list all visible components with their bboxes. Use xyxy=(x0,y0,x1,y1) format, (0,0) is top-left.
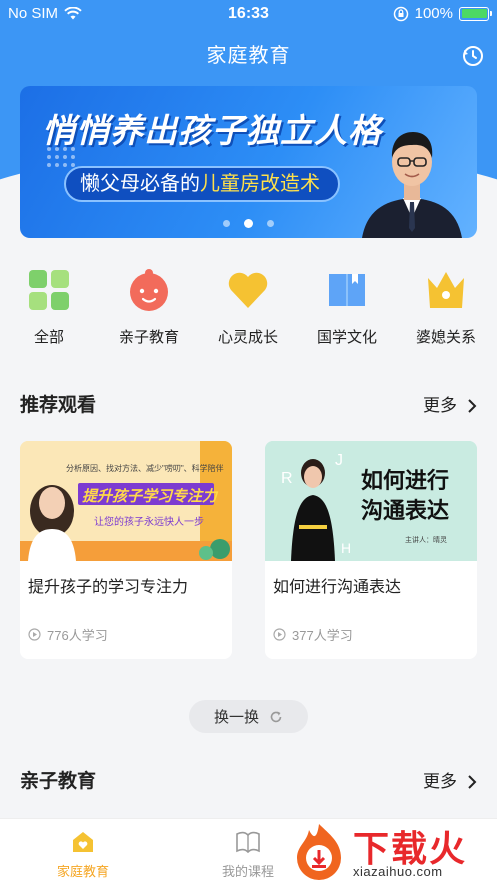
chevron-right-icon xyxy=(468,399,477,413)
baby-face-icon xyxy=(130,269,168,311)
tab-my-courses[interactable]: 我的课程 xyxy=(198,829,298,880)
more-label: 更多 xyxy=(423,396,457,415)
heart-icon xyxy=(228,272,268,308)
recommend-more-link[interactable]: 更多 xyxy=(423,391,477,421)
watermark-logo-icon xyxy=(297,824,341,880)
history-icon[interactable] xyxy=(461,44,485,68)
course-title: 如何进行沟通表达 xyxy=(273,579,402,596)
category-label: 全部 xyxy=(33,329,64,346)
tab-family-education[interactable]: 家庭教育 xyxy=(33,829,133,880)
refresh-button[interactable]: 换一换 xyxy=(189,700,308,733)
course-thumbnail: R J H 如何进行 沟通表达 主讲人：晴灵 xyxy=(265,441,477,561)
svg-text:H: H xyxy=(341,540,351,556)
thumb-title-line1: 如何进行 xyxy=(361,468,450,493)
banner-subtitle-highlight: 儿童房改造术 xyxy=(200,173,320,195)
more-label: 更多 xyxy=(423,772,457,791)
banner-subtitle-part1: 懒父母必备的 xyxy=(80,173,200,195)
status-right: 100% xyxy=(393,5,492,22)
category-label: 亲子教育 xyxy=(118,329,179,346)
banner-indicators[interactable] xyxy=(20,219,477,228)
thumb-tagline: 分析原因、找对方法、减少"唠叨"、科学陪伴 xyxy=(66,464,224,473)
learner-count: 776人学习 xyxy=(47,628,108,643)
nav-bar: 家庭教育 xyxy=(0,36,497,76)
banner-headline: 悄悄养出孩子独立人格 xyxy=(42,112,382,149)
book-icon xyxy=(329,274,365,306)
battery-icon xyxy=(459,6,492,21)
learner-count: 377人学习 xyxy=(292,628,353,643)
thumb-title-line2: 沟通表达 xyxy=(361,498,450,523)
battery-percent: 100% xyxy=(414,5,453,22)
category-label: 心灵成长 xyxy=(217,329,278,346)
category-label: 婆媳关系 xyxy=(415,329,476,346)
page-title: 家庭教育 xyxy=(206,45,291,67)
category-row: 全部 亲子教育 心灵成长 国学文化 婆媳关系 xyxy=(0,268,497,353)
category-parenting[interactable]: 亲子教育 xyxy=(104,268,194,347)
svg-text:R: R xyxy=(281,470,293,487)
tab-label: 我的课程 xyxy=(221,864,274,879)
banner-subtitle: 懒父母必备的 儿童房改造术 xyxy=(64,166,340,202)
tab-label: 家庭教育 xyxy=(56,864,109,879)
thumb-banner-text: 提升孩子学习专注力 xyxy=(82,488,218,505)
grid-icon xyxy=(29,270,69,310)
category-culture[interactable]: 国学文化 xyxy=(302,268,392,347)
course-card[interactable]: 分析原因、找对方法、减少"唠叨"、科学陪伴 提升孩子学习专注力 让您的孩子永远快… xyxy=(20,441,232,659)
home-heart-icon xyxy=(73,832,93,852)
course-thumbnail: 分析原因、找对方法、减少"唠叨"、科学陪伴 提升孩子学习专注力 让您的孩子永远快… xyxy=(20,441,232,561)
play-circle-icon xyxy=(273,628,286,641)
category-all[interactable]: 全部 xyxy=(4,268,94,347)
course-card[interactable]: R J H 如何进行 沟通表达 主讲人：晴灵 如何进行沟通表达 377人学习 xyxy=(265,441,477,659)
play-circle-icon xyxy=(28,628,41,641)
parenting-header: 亲子教育 更多 xyxy=(20,767,477,797)
banner-indicator-active[interactable] xyxy=(244,219,253,228)
thumb-subtitle: 让您的孩子永远快人一步 xyxy=(94,517,204,528)
section-title: 亲子教育 xyxy=(20,771,97,792)
svg-text:J: J xyxy=(335,452,343,469)
chevron-right-icon xyxy=(468,775,477,789)
category-inlaw[interactable]: 婆媳关系 xyxy=(401,268,491,347)
watermark: 下载火 xiazaihuo.com xyxy=(289,820,489,880)
category-label: 国学文化 xyxy=(316,329,377,346)
category-mind[interactable]: 心灵成长 xyxy=(203,268,293,347)
recommend-header: 推荐观看 更多 xyxy=(20,391,477,421)
watermark-url: xiazaihuo.com xyxy=(353,864,443,879)
crown-icon xyxy=(428,272,464,308)
promo-banner[interactable]: 悄悄养出孩子独立人格 懒父母必备的 儿童房改造术 xyxy=(20,86,477,238)
orientation-lock-icon xyxy=(393,6,408,21)
section-title: 推荐观看 xyxy=(20,395,97,416)
banner-indicator[interactable] xyxy=(223,220,230,227)
banner-indicator[interactable] xyxy=(267,220,274,227)
refresh-label: 换一换 xyxy=(213,709,259,726)
refresh-icon xyxy=(270,711,282,722)
parenting-more-link[interactable]: 更多 xyxy=(423,767,477,797)
status-bar: No SIM 16:33 100% xyxy=(0,0,497,28)
course-learners: 377人学习 xyxy=(273,625,353,644)
thumb-speaker: 主讲人：晴灵 xyxy=(405,537,447,544)
course-title: 提升孩子的学习专注力 xyxy=(28,579,189,596)
course-learners: 776人学习 xyxy=(28,625,108,644)
open-book-icon xyxy=(236,831,260,854)
